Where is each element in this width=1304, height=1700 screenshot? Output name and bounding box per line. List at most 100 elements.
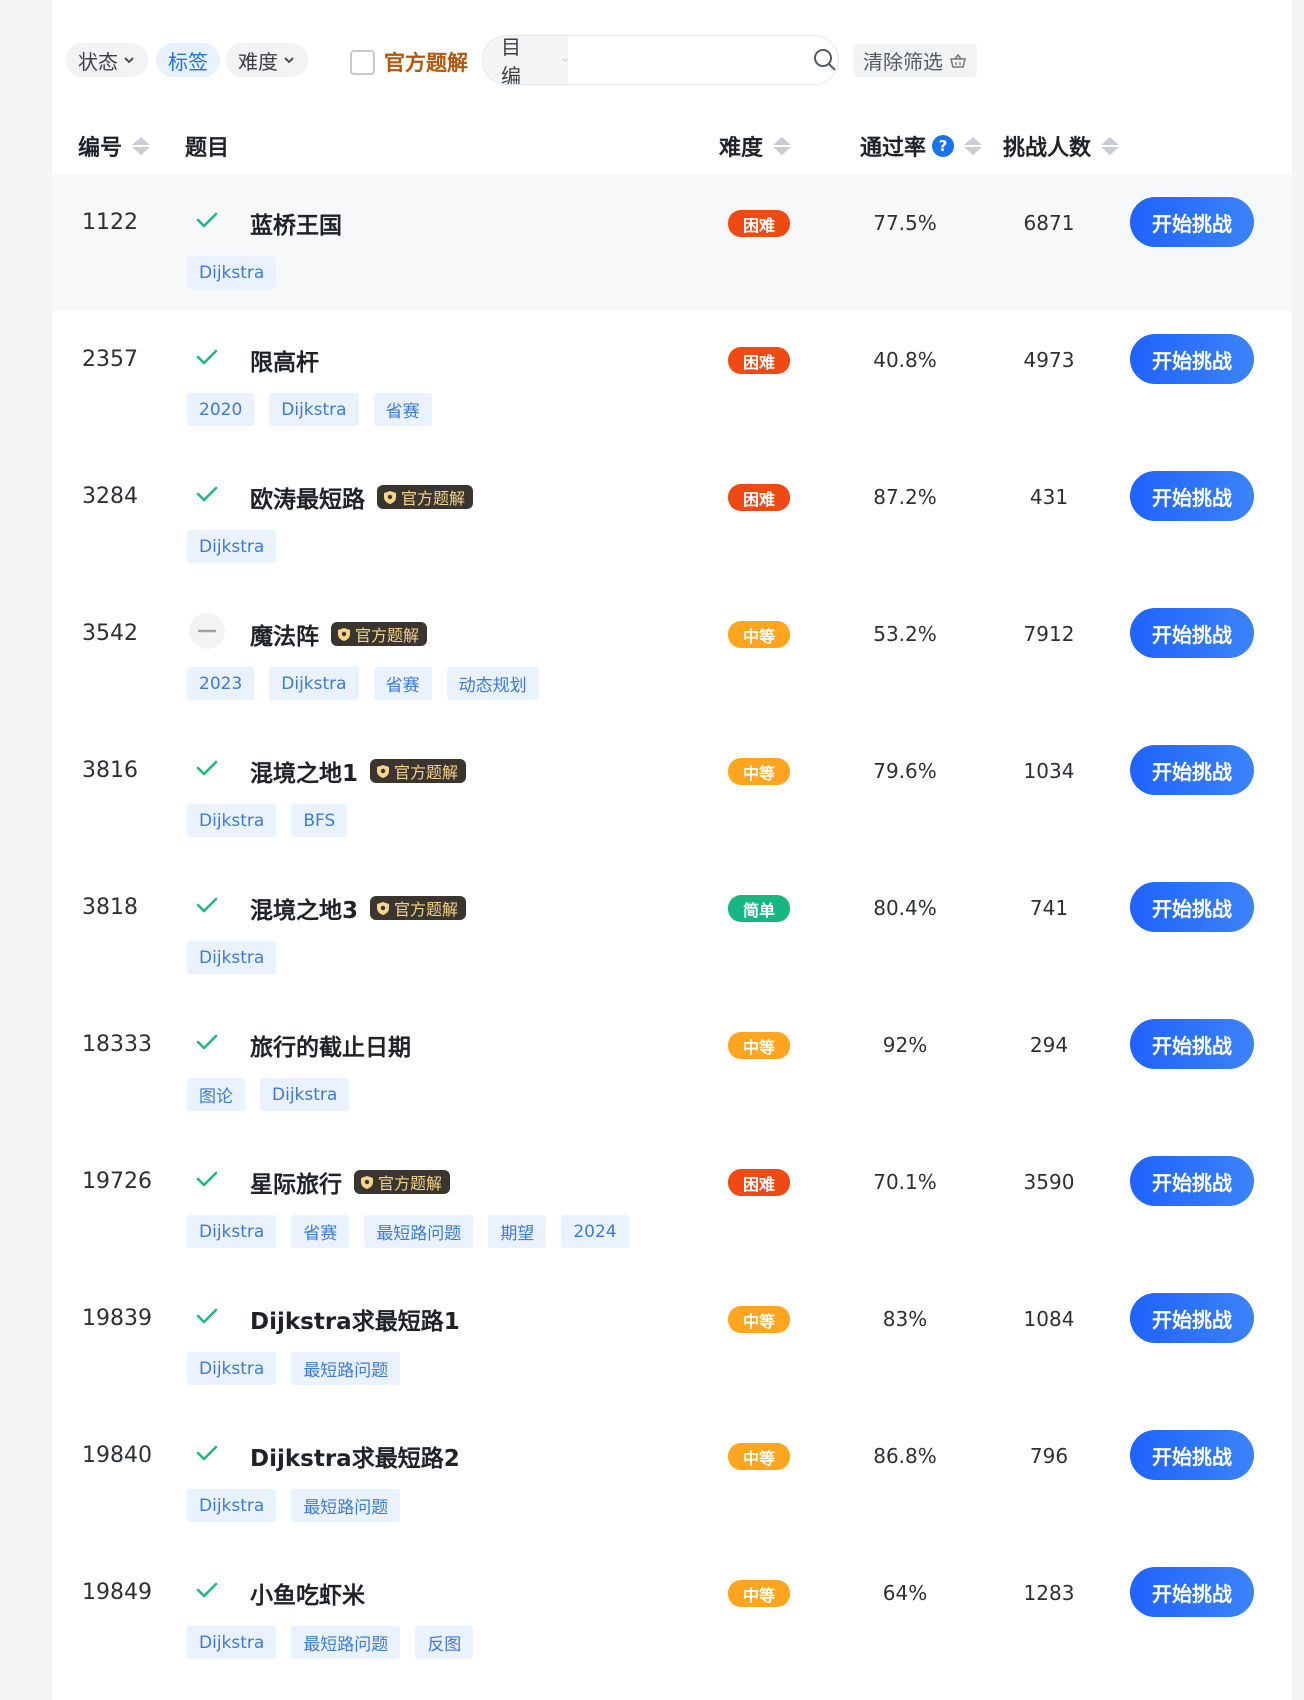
table-row[interactable]: 19839 Dijkstra求最短路1 Dijkstra 最短路问题 中等 83%…: [52, 1270, 1292, 1407]
start-challenge-button[interactable]: 开始挑战: [1130, 1293, 1254, 1343]
tag-chip[interactable]: 2024: [561, 1215, 629, 1248]
table-row[interactable]: 1122 蓝桥王国 Dijkstra 困难 77.5% 6871 开始挑战: [52, 174, 1292, 311]
problem-title-link[interactable]: 魔法阵: [250, 617, 319, 651]
search-field-select[interactable]: 题目编号: [483, 36, 568, 84]
tag-chip[interactable]: 图论: [187, 1078, 245, 1111]
tag-chip[interactable]: 省赛: [373, 393, 432, 426]
tag-chip[interactable]: 期望: [488, 1215, 547, 1248]
problem-title-line: 星际旅行 官方题解: [250, 1165, 451, 1199]
col-challengers[interactable]: 挑战人数: [1003, 130, 1120, 162]
start-challenge-button[interactable]: 开始挑战: [1130, 1019, 1254, 1069]
tag-list: Dijkstra 最短路问题 反图: [187, 1626, 474, 1659]
start-challenge-button[interactable]: 开始挑战: [1130, 608, 1254, 658]
start-challenge-button[interactable]: 开始挑战: [1130, 1567, 1254, 1617]
shield-icon: [338, 627, 350, 641]
problem-table-body: 1122 蓝桥王国 Dijkstra 困难 77.5% 6871 开始挑战 23…: [52, 174, 1292, 1681]
official-solution-badge: 官方题解: [377, 485, 474, 509]
official-solution-badge: 官方题解: [370, 896, 467, 920]
table-row[interactable]: 3818 混境之地3 官方题解 Dijkstra 简单 80.4% 741 开始…: [52, 859, 1292, 996]
tags-filter[interactable]: 标签: [156, 43, 220, 77]
clear-filters-button[interactable]: 清除筛选: [853, 44, 977, 77]
tag-chip[interactable]: 最短路问题: [291, 1352, 401, 1385]
problem-title-link[interactable]: 混境之地3: [250, 891, 358, 925]
problem-title-link[interactable]: Dijkstra求最短路2: [250, 1439, 460, 1473]
col-title: 题目: [185, 130, 229, 162]
search-group: 题目编号: [482, 35, 839, 85]
tag-chip[interactable]: Dijkstra: [269, 667, 359, 700]
problem-title-link[interactable]: 蓝桥王国: [250, 206, 342, 240]
tag-chip[interactable]: Dijkstra: [187, 804, 277, 837]
table-row[interactable]: 2357 限高杆 2020 Dijkstra 省赛 困难 40.8% 4973 开始…: [52, 311, 1292, 448]
sort-icon: [964, 137, 983, 155]
search-input[interactable]: [568, 36, 812, 84]
tag-chip[interactable]: 2023: [187, 667, 255, 700]
start-challenge-button[interactable]: 开始挑战: [1130, 1156, 1254, 1206]
problem-title-link[interactable]: 旅行的截止日期: [250, 1028, 411, 1062]
status-filter-label: 状态: [78, 49, 118, 74]
tag-chip[interactable]: 最短路问题: [291, 1489, 401, 1522]
start-challenge-button[interactable]: 开始挑战: [1130, 197, 1254, 247]
problem-title-link[interactable]: 欧涛最短路: [250, 480, 365, 514]
official-solution-filter[interactable]: 官方题解: [350, 47, 468, 77]
tag-chip[interactable]: 省赛: [291, 1215, 350, 1248]
tag-chip[interactable]: 动态规划: [446, 667, 539, 700]
start-challenge-button[interactable]: 开始挑战: [1130, 1430, 1254, 1480]
difficulty-badge: 中等: [728, 1580, 790, 1607]
problem-title-link[interactable]: Dijkstra求最短路1: [250, 1302, 460, 1336]
tag-chip[interactable]: 反图: [415, 1626, 474, 1659]
difficulty-filter[interactable]: 难度: [226, 43, 308, 77]
tag-chip[interactable]: Dijkstra: [187, 256, 277, 289]
shield-icon: [384, 490, 396, 504]
start-challenge-button[interactable]: 开始挑战: [1130, 745, 1254, 795]
table-header: 编号 题目 难度 通过率 ? 挑战人数: [52, 118, 1292, 174]
table-row[interactable]: 19726 星际旅行 官方题解 Dijkstra 省赛 最短路问题 期望 2024 困难…: [52, 1133, 1292, 1270]
table-row[interactable]: 19849 小鱼吃虾米 Dijkstra 最短路问题 反图 中等 64% 1283 …: [52, 1544, 1292, 1681]
solved-check-icon: [189, 1024, 225, 1060]
col-difficulty[interactable]: 难度: [719, 130, 792, 162]
clear-filters-label: 清除筛选: [863, 50, 943, 74]
challenger-count: 3590: [1023, 1170, 1075, 1194]
tag-list: Dijkstra 最短路问题: [187, 1352, 401, 1385]
col-pass-rate[interactable]: 通过率 ?: [860, 130, 983, 162]
problem-title-link[interactable]: 限高杆: [250, 343, 319, 377]
start-challenge-button[interactable]: 开始挑战: [1130, 882, 1254, 932]
tag-chip[interactable]: Dijkstra: [187, 1215, 277, 1248]
tag-chip[interactable]: BFS: [291, 804, 348, 837]
tag-chip[interactable]: Dijkstra: [187, 1489, 277, 1522]
tag-chip[interactable]: Dijkstra: [187, 530, 277, 563]
sort-icon: [773, 137, 792, 155]
col-id[interactable]: 编号: [78, 130, 151, 162]
table-row[interactable]: 3284 欧涛最短路 官方题解 Dijkstra 困难 87.2% 431 开始…: [52, 448, 1292, 585]
help-icon[interactable]: ?: [932, 135, 955, 157]
tag-chip[interactable]: 最短路问题: [291, 1626, 401, 1659]
official-badge-label: 官方题解: [394, 763, 459, 782]
tag-chip[interactable]: Dijkstra: [187, 1626, 277, 1659]
tag-chip[interactable]: 2020: [187, 393, 255, 426]
problem-title-link[interactable]: 星际旅行: [250, 1165, 342, 1199]
tag-chip[interactable]: 省赛: [373, 667, 432, 700]
tag-chip[interactable]: Dijkstra: [187, 1352, 277, 1385]
tag-list: Dijkstra BFS: [187, 804, 348, 837]
problem-title-link[interactable]: 小鱼吃虾米: [250, 1576, 365, 1610]
tag-chip[interactable]: Dijkstra: [269, 393, 359, 426]
difficulty-badge: 简单: [728, 895, 790, 922]
solved-check-icon: [189, 1298, 225, 1334]
tag-chip[interactable]: 最短路问题: [364, 1215, 474, 1248]
tag-chip[interactable]: Dijkstra: [187, 941, 277, 974]
tag-chip[interactable]: Dijkstra: [260, 1078, 350, 1111]
table-row[interactable]: 18333 旅行的截止日期 图论 Dijkstra 中等 92% 294 开始挑战: [52, 996, 1292, 1133]
official-solution-badge: 官方题解: [331, 622, 428, 646]
official-solution-checkbox[interactable]: [350, 49, 375, 75]
problem-title-link[interactable]: 混境之地1: [250, 754, 358, 788]
solved-check-icon: [189, 1161, 225, 1197]
problem-title-line: 魔法阵 官方题解: [250, 617, 428, 651]
col-title-label: 题目: [185, 136, 230, 161]
table-row[interactable]: 3542 魔法阵 官方题解 2023 Dijkstra 省赛 动态规划 中等 53.2…: [52, 585, 1292, 722]
start-challenge-button[interactable]: 开始挑战: [1130, 471, 1254, 521]
table-row[interactable]: 3816 混境之地1 官方题解 Dijkstra BFS 中等 79.6% 103…: [52, 722, 1292, 859]
table-row[interactable]: 19840 Dijkstra求最短路2 Dijkstra 最短路问题 中等 86.…: [52, 1407, 1292, 1544]
search-button[interactable]: [812, 38, 838, 82]
col-difficulty-label: 难度: [719, 136, 764, 161]
start-challenge-button[interactable]: 开始挑战: [1130, 334, 1254, 384]
status-filter[interactable]: 状态: [66, 43, 148, 77]
